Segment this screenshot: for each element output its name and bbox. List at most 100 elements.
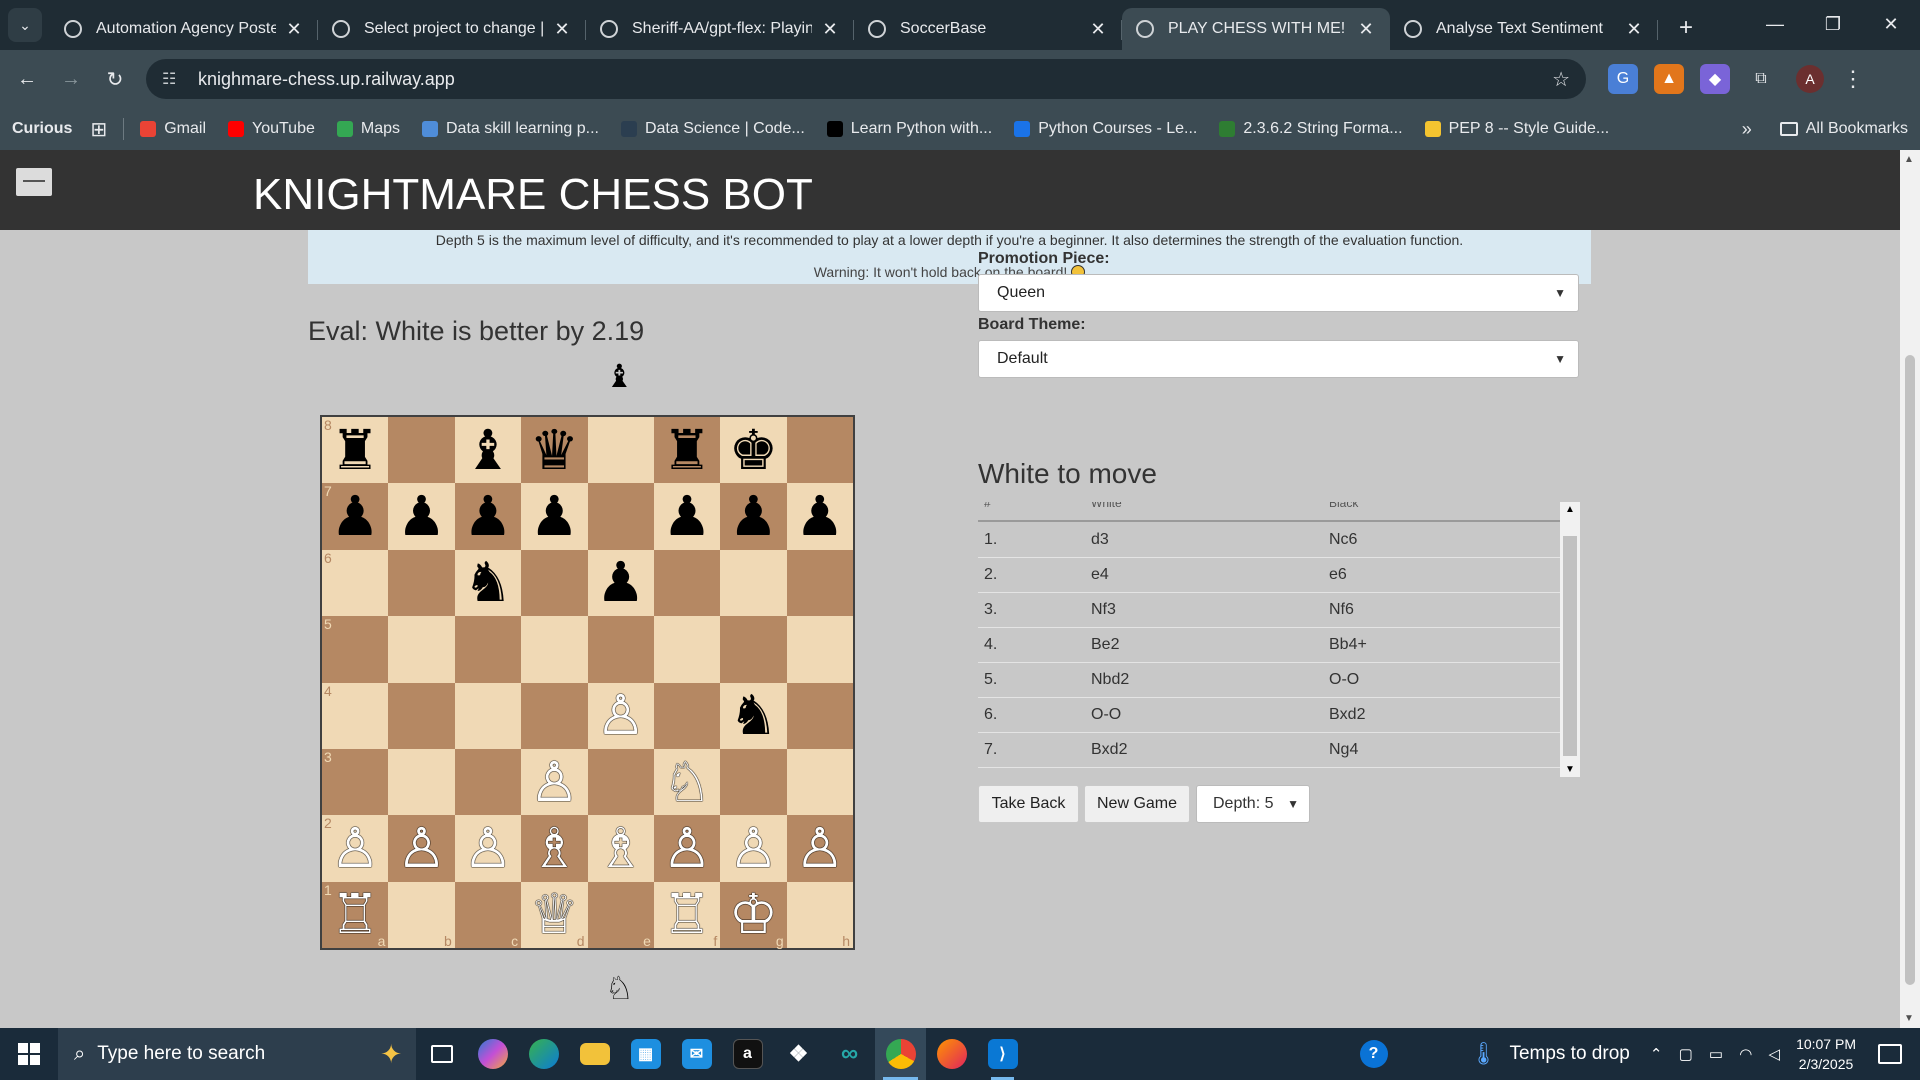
board-square-g1[interactable]: g ♔	[720, 881, 787, 948]
copilot-sparkle-icon[interactable]: ✦	[380, 1039, 402, 1070]
bookmark-item[interactable]: YouTube	[228, 120, 315, 138]
board-square-h5[interactable]	[786, 616, 853, 683]
apps-grid-icon[interactable]: ⊞	[90, 117, 107, 142]
board-square-f7[interactable]: ♟	[653, 483, 721, 550]
board-square-a1[interactable]: 1 a ♖	[322, 881, 389, 948]
scroll-down-arrow-icon[interactable]: ▼	[1565, 764, 1575, 775]
black-pawn-icon[interactable]: ♟	[596, 555, 645, 610]
board-square-c8[interactable]: ♝	[454, 417, 522, 484]
board-square-b3[interactable]	[388, 748, 455, 816]
board-square-f4[interactable]	[653, 682, 721, 749]
board-square-a8[interactable]: 8 ♜	[322, 417, 389, 484]
board-square-h8[interactable]	[786, 417, 853, 484]
board-square-b6[interactable]	[388, 549, 455, 617]
board-square-e1[interactable]: e	[587, 881, 654, 948]
site-info-icon[interactable]: ☷	[162, 69, 184, 89]
taskbar-clock[interactable]: 10:07 PM 2/3/2025	[1796, 1034, 1856, 1074]
board-square-e4[interactable]: ♙	[587, 682, 654, 749]
black-queen-icon[interactable]: ♛	[530, 422, 579, 478]
white-pawn-icon[interactable]: ♙	[463, 820, 512, 876]
board-square-e6[interactable]: ♟	[587, 549, 654, 617]
bookmark-item[interactable]: Data skill learning p...	[422, 120, 599, 138]
microsoft-store-icon[interactable]: ▦	[620, 1028, 671, 1080]
black-knight-icon[interactable]: ♞	[463, 555, 512, 610]
board-square-a4[interactable]: 4	[322, 682, 389, 749]
bookmark-item[interactable]: Data Science | Code...	[620, 120, 805, 138]
restore-button[interactable]: ❐	[1804, 0, 1862, 48]
start-button[interactable]	[0, 1028, 58, 1080]
board-square-h7[interactable]: ♟	[786, 483, 853, 550]
move-history-table[interactable]: # White Black 1. d3 Nc6 2. e4 e6 3. Nf3 Nf6 4. Be2…	[978, 502, 1580, 777]
board-square-a6[interactable]: 6	[322, 549, 389, 617]
board-square-f2[interactable]: ♙	[653, 815, 721, 882]
board-square-c2[interactable]: ♙	[454, 815, 522, 882]
board-square-h2[interactable]: ♙	[786, 815, 853, 882]
white-rook-icon[interactable]: ♖	[331, 887, 380, 942]
close-tab-icon[interactable]: ✕	[1356, 19, 1376, 40]
board-square-c4[interactable]	[454, 682, 522, 749]
board-square-e3[interactable]	[587, 748, 654, 816]
board-square-b1[interactable]: b	[388, 881, 455, 948]
move-list-scroll-thumb[interactable]	[1563, 536, 1577, 756]
bookmark-item[interactable]: Python Courses - Le...	[1014, 120, 1197, 138]
board-square-b2[interactable]: ♙	[388, 815, 455, 882]
board-square-h3[interactable]	[786, 748, 853, 816]
board-square-c6[interactable]: ♞	[454, 549, 522, 617]
board-square-h1[interactable]: h	[786, 881, 853, 948]
tab-search-button[interactable]: ⌄	[8, 8, 42, 42]
task-view-icon[interactable]	[416, 1028, 467, 1080]
back-button[interactable]: ←	[10, 62, 44, 96]
dropbox-icon[interactable]: ❖	[773, 1028, 824, 1080]
promotion-select[interactable]: Queen ▼	[978, 274, 1579, 312]
arduino-icon[interactable]: ∞	[824, 1028, 875, 1080]
white-pawn-icon[interactable]: ♙	[596, 688, 645, 743]
board-square-b7[interactable]: ♟	[388, 483, 455, 550]
board-square-f3[interactable]: ♘	[653, 748, 721, 816]
black-knight-icon[interactable]: ♞	[729, 688, 778, 743]
help-icon[interactable]: ?	[1359, 1040, 1388, 1068]
app-logo[interactable]	[16, 168, 52, 196]
forward-button[interactable]: →	[54, 62, 88, 96]
all-bookmarks-link[interactable]: All Bookmarks	[1806, 120, 1908, 138]
black-pawn-icon[interactable]: ♟	[795, 489, 844, 544]
black-rook-icon[interactable]: ♜	[331, 422, 380, 478]
close-tab-icon[interactable]: ✕	[1624, 19, 1644, 40]
white-queen-icon[interactable]: ♕	[530, 887, 579, 942]
edge-icon[interactable]	[518, 1028, 569, 1080]
board-square-c1[interactable]: c	[454, 881, 522, 948]
board-square-d8[interactable]: ♛	[521, 417, 588, 484]
browser-tab[interactable]: Automation Agency Poster ✕	[50, 8, 318, 50]
board-square-d7[interactable]: ♟	[521, 483, 588, 550]
browser-tab[interactable]: Analyse Text Sentiment ✕	[1390, 8, 1658, 50]
black-pawn-icon[interactable]: ♟	[463, 489, 512, 544]
bookmark-curious[interactable]: Curious	[12, 120, 72, 138]
close-tab-icon[interactable]: ✕	[284, 19, 304, 40]
more-bookmarks-chevron-icon[interactable]: »	[1742, 119, 1752, 140]
bookmark-item[interactable]: 2.3.6.2 String Forma...	[1219, 120, 1403, 138]
board-square-a5[interactable]: 5	[322, 616, 389, 683]
board-square-g3[interactable]	[720, 748, 787, 816]
black-pawn-icon[interactable]: ♟	[397, 489, 446, 544]
white-knight-icon[interactable]: ♘	[662, 754, 711, 810]
white-pawn-icon[interactable]: ♙	[331, 820, 380, 876]
page-scrollbar[interactable]: ▲ ▼	[1900, 150, 1920, 1028]
board-square-g8[interactable]: ♚	[720, 417, 787, 484]
new-game-button[interactable]: New Game	[1084, 785, 1190, 823]
copilot-icon[interactable]	[467, 1028, 518, 1080]
white-pawn-icon[interactable]: ♙	[729, 820, 778, 876]
white-king-icon[interactable]: ♔	[729, 887, 778, 942]
board-square-d1[interactable]: d ♕	[521, 881, 588, 948]
white-bishop-icon[interactable]: ♗	[596, 820, 645, 876]
bookmark-item[interactable]: Learn Python with...	[826, 120, 992, 138]
board-square-c5[interactable]	[454, 616, 522, 683]
board-square-h6[interactable]	[786, 549, 853, 617]
black-rook-icon[interactable]: ♜	[662, 422, 711, 478]
browser-tab[interactable]: SoccerBase ✕	[854, 8, 1122, 50]
board-square-a3[interactable]: 3	[322, 748, 389, 816]
black-pawn-icon[interactable]: ♟	[530, 489, 579, 544]
bookmark-item[interactable]: PEP 8 -- Style Guide...	[1424, 120, 1609, 138]
board-square-d4[interactable]	[521, 682, 588, 749]
new-tab-button[interactable]: +	[1668, 10, 1704, 46]
take-back-button[interactable]: Take Back	[978, 785, 1079, 823]
board-square-a2[interactable]: 2 ♙	[322, 815, 389, 882]
